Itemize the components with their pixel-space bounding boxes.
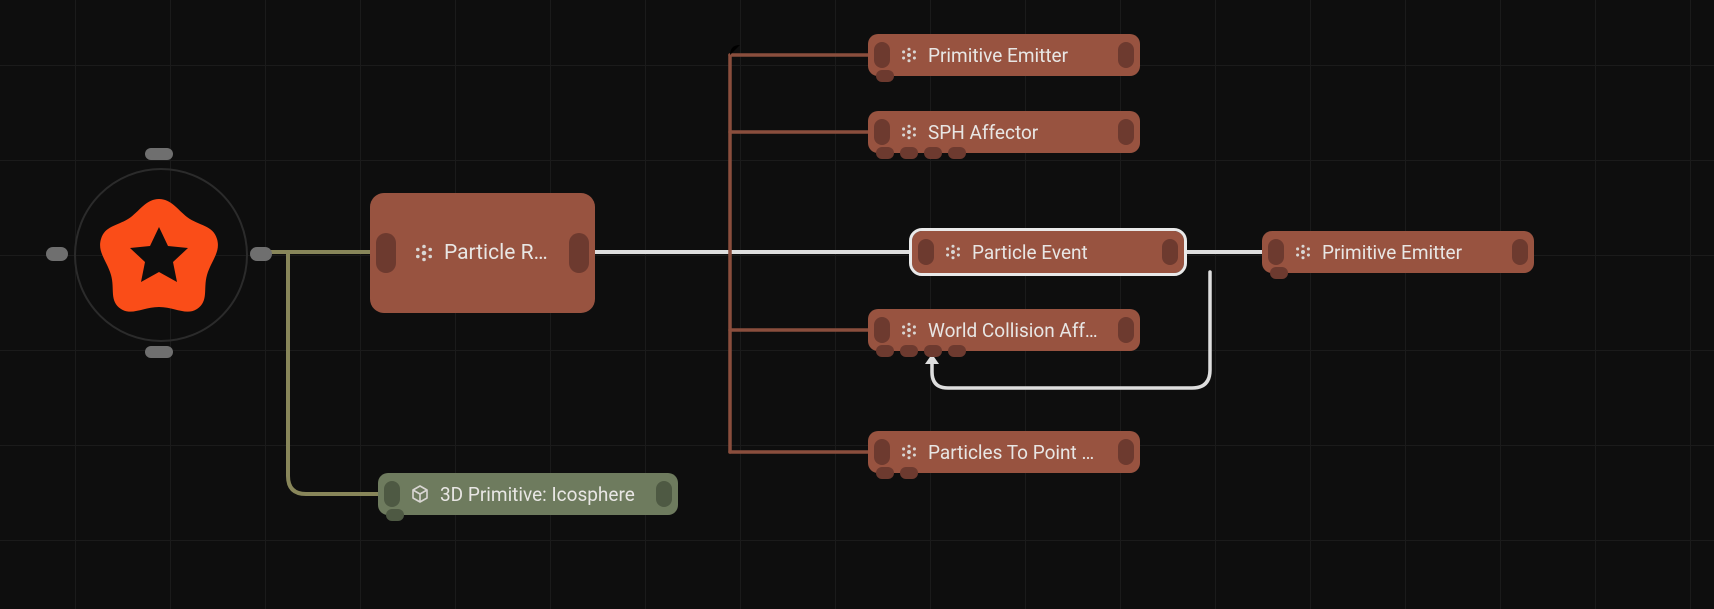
port-in[interactable] [1268,239,1284,265]
particle-icon [1294,243,1312,261]
port-out[interactable] [1118,42,1134,68]
port-param[interactable] [876,147,894,159]
port-in[interactable] [874,42,890,68]
port-in[interactable] [874,317,890,343]
particle-icon [900,443,918,461]
port-in[interactable] [376,233,396,273]
bottom-ports [876,467,918,479]
port-in[interactable] [918,239,934,265]
bottom-ports [876,345,966,357]
root-icon [89,183,229,323]
node-label: Primitive Emitter [928,44,1068,67]
node-label: 3D Primitive: Icosphere [440,483,635,506]
particle-icon [900,321,918,339]
node-particle-event[interactable]: Particle Event [912,231,1184,273]
node-3d-primitive-icosphere[interactable]: 3D Primitive: Icosphere [378,473,678,515]
bottom-ports [386,509,404,521]
port-out[interactable] [1118,439,1134,465]
port-out[interactable] [656,481,672,507]
root-port-top[interactable] [145,148,173,160]
port-in[interactable] [384,481,400,507]
port-out[interactable] [569,233,589,273]
node-graph-canvas[interactable]: { "colors": { "node_brown": "#985340", "… [0,0,1714,609]
particle-icon [900,46,918,64]
port-out[interactable] [1162,239,1178,265]
node-label: Particle Event [972,241,1088,264]
particle-icon [944,243,962,261]
port-out[interactable] [1118,317,1134,343]
port-param[interactable] [1270,267,1288,279]
node-label: Primitive Emitter [1322,241,1462,264]
bottom-ports [1270,267,1288,279]
node-particles-to-point-geometry[interactable]: Particles To Point Ge… [868,431,1140,473]
particle-icon [900,123,918,141]
node-label: Particles To Point Ge… [928,441,1104,464]
port-out[interactable] [1118,119,1134,145]
port-param[interactable] [900,467,918,479]
port-out[interactable] [1512,239,1528,265]
cube-icon [410,484,430,504]
port-in[interactable] [874,119,890,145]
scene-root[interactable] [54,148,264,358]
node-primitive-emitter[interactable]: Primitive Emitter [1262,231,1534,273]
port-param[interactable] [876,345,894,357]
port-param[interactable] [924,345,942,357]
port-param[interactable] [876,467,894,479]
port-param[interactable] [876,70,894,82]
port-in[interactable] [874,439,890,465]
root-port-left[interactable] [46,247,68,261]
port-param[interactable] [900,147,918,159]
bottom-ports [876,70,894,82]
node-label: World Collision Affect… [928,319,1104,342]
root-port-bottom[interactable] [145,346,173,358]
bottom-ports [876,147,966,159]
port-param[interactable] [948,147,966,159]
node-primitive-emitter[interactable]: Primitive Emitter [868,34,1140,76]
node-label: SPH Affector [928,121,1038,144]
node-particle-root[interactable]: Particle Root [370,193,595,313]
port-param[interactable] [948,345,966,357]
node-world-collision-affector[interactable]: World Collision Affect… [868,309,1140,351]
particle-icon [414,243,434,263]
node-label: Particle Root [444,241,551,265]
node-sph-affector[interactable]: SPH Affector [868,111,1140,153]
port-param[interactable] [900,345,918,357]
port-param[interactable] [386,509,404,521]
root-port-right[interactable] [250,247,272,261]
port-param[interactable] [924,147,942,159]
